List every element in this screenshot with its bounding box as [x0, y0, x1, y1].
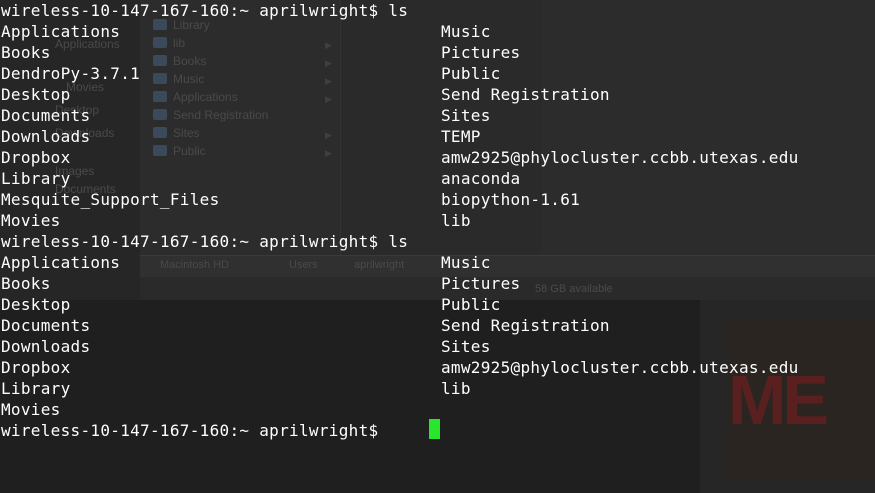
ls-output-item: lib — [441, 211, 471, 230]
ls-output-item: Documents — [1, 106, 91, 125]
ls-output-item: biopython-1.61 — [441, 190, 581, 209]
ls-output-item: amw2925@phylocluster.ccbb.utexas.edu — [441, 358, 799, 377]
ls-output-item: Sites — [441, 106, 491, 125]
ls-output-item: Library — [1, 169, 71, 188]
ls-output-item: Dropbox — [1, 148, 71, 167]
ls-output-item: Desktop — [1, 295, 71, 314]
ls-output-item: amw2925@phylocluster.ccbb.utexas.edu — [441, 148, 799, 167]
ls-output-item: Movies — [1, 211, 61, 230]
ls-output-item: Music — [441, 253, 491, 272]
terminal-prompt-line: wireless-10-147-167-160:~ aprilwright$ l… — [1, 232, 409, 251]
ls-output-item: Desktop — [1, 85, 71, 104]
ls-output-item: Mesquite_Support_Files — [1, 190, 220, 209]
ls-output-item: Downloads — [1, 337, 91, 356]
ls-output-item: Books — [1, 43, 51, 62]
ls-output-item: Applications — [1, 22, 121, 41]
terminal-current-prompt[interactable]: wireless-10-147-167-160:~ aprilwright$ — [1, 420, 388, 441]
ls-output-item: Downloads — [1, 127, 91, 146]
terminal-window[interactable]: wireless-10-147-167-160:~ aprilwright$ l… — [0, 0, 875, 493]
terminal-prompt-line: wireless-10-147-167-160:~ aprilwright$ l… — [1, 1, 409, 20]
ls-output-item: Books — [1, 274, 51, 293]
ls-output-item: Music — [441, 22, 491, 41]
ls-output-item: Library — [1, 379, 71, 398]
ls-output-item: DendroPy-3.7.1 — [1, 64, 141, 83]
ls-output-item: Send Registration — [441, 316, 610, 335]
ls-output-item: Pictures — [441, 274, 521, 293]
ls-output-item: Movies — [1, 400, 61, 419]
ls-output-item: Documents — [1, 316, 91, 335]
ls-output-item: Public — [441, 64, 501, 83]
ls-output-item: Pictures — [441, 43, 521, 62]
ls-output-item: Sites — [441, 337, 491, 356]
ls-output-item: anaconda — [441, 169, 521, 188]
ls-output-item: Dropbox — [1, 358, 71, 377]
ls-output-item: lib — [441, 379, 471, 398]
terminal-cursor[interactable] — [429, 419, 440, 439]
ls-output-item: Public — [441, 295, 501, 314]
ls-output-item: TEMP — [441, 127, 481, 146]
ls-output-item: Send Registration — [441, 85, 610, 104]
ls-output-item: Applications — [1, 253, 121, 272]
